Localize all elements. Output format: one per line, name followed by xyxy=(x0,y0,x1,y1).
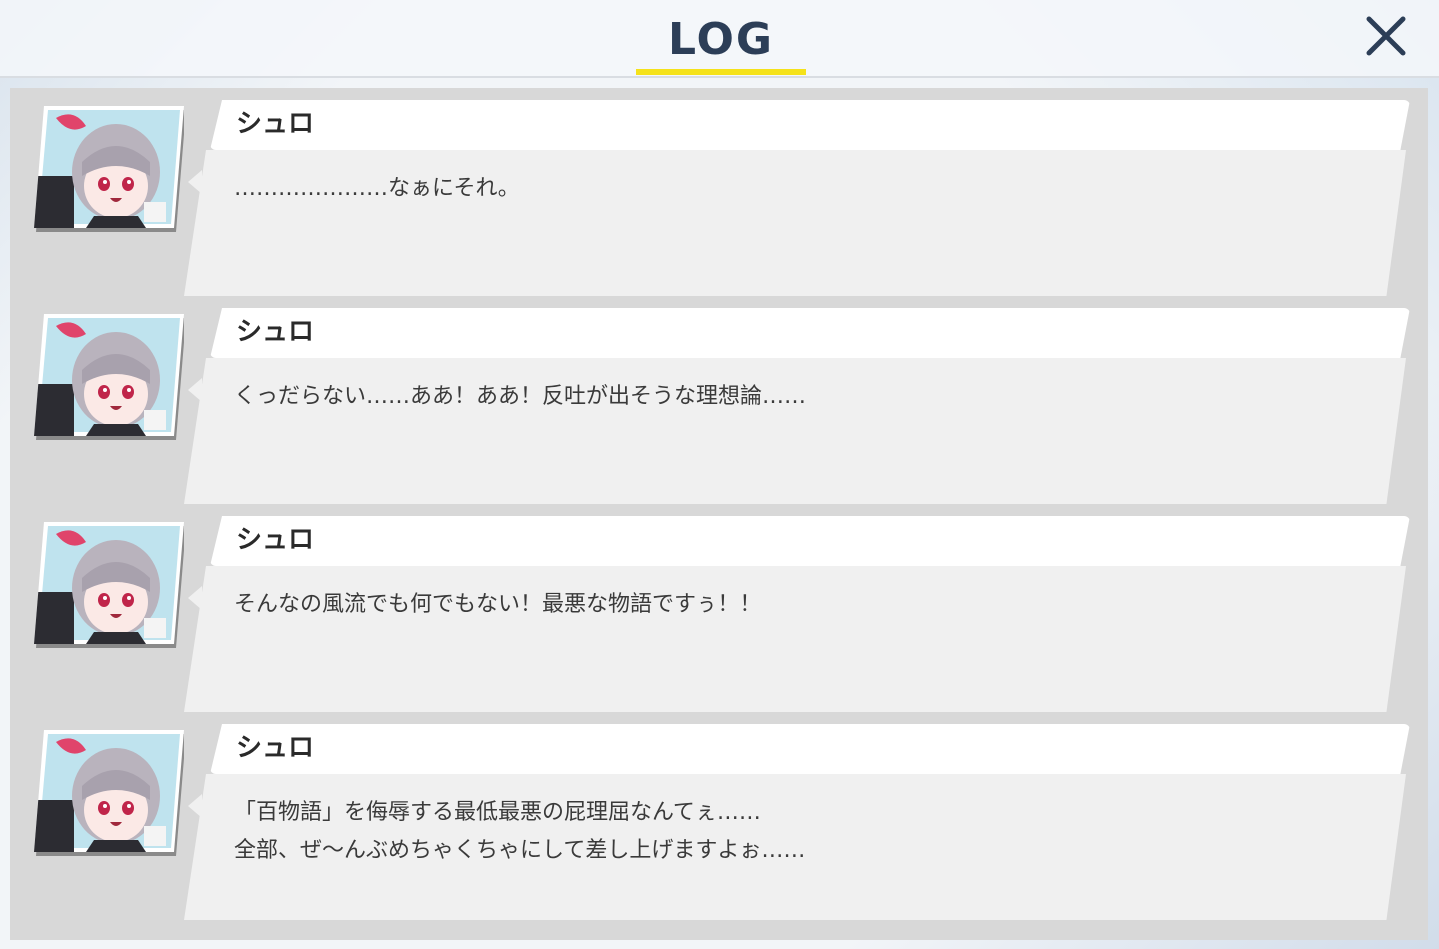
message-text: …………………なぁにそれ。 xyxy=(234,176,520,201)
page-title: LOG xyxy=(668,14,774,65)
character-portrait-icon xyxy=(34,106,184,232)
log-entry: シュロ …………………なぁにそれ。 xyxy=(10,88,1428,296)
speaker-name: シュロ xyxy=(236,525,315,555)
speaker-name-bar: シュロ xyxy=(210,516,1410,566)
speaker-name: シュロ xyxy=(236,317,315,347)
close-button[interactable] xyxy=(1360,10,1412,62)
title-underline xyxy=(636,69,806,75)
message-box: …………………なぁにそれ。 xyxy=(184,150,1406,296)
message-box: そんなの風流でも何でもない！最悪な物語ですぅ！！ xyxy=(184,566,1406,712)
speaker-name-bar: シュロ xyxy=(210,308,1410,358)
log-entry: シュロ 「百物語」を侮辱する最低最悪の屁理屈なんてぇ…… 全部、ぜ〜んぶめちゃく… xyxy=(10,712,1428,920)
close-icon xyxy=(1366,16,1406,56)
message-text: そんなの風流でも何でもない！最悪な物語ですぅ！！ xyxy=(234,592,762,617)
speaker-name: シュロ xyxy=(236,733,315,763)
log-list[interactable]: シュロ …………………なぁにそれ。 シュロ くっだらない……ああ！ああ！反吐が出… xyxy=(10,88,1428,940)
message-text: くっだらない……ああ！ああ！反吐が出そうな理想論…… xyxy=(234,384,807,409)
message-box: 「百物語」を侮辱する最低最悪の屁理屈なんてぇ…… 全部、ぜ〜んぶめちゃくちゃにし… xyxy=(184,774,1406,920)
speaker-name: シュロ xyxy=(236,109,315,139)
character-portrait-icon xyxy=(34,730,184,856)
character-portrait-icon xyxy=(34,522,184,648)
character-avatar xyxy=(34,730,184,856)
message-text: 「百物語」を侮辱する最低最悪の屁理屈なんてぇ…… 全部、ぜ〜んぶめちゃくちゃにし… xyxy=(234,800,806,863)
speech-pointer xyxy=(188,170,202,194)
header-bar: LOG xyxy=(0,0,1439,78)
speech-pointer xyxy=(188,794,202,818)
character-avatar xyxy=(34,106,184,232)
message-box: くっだらない……ああ！ああ！反吐が出そうな理想論…… xyxy=(184,358,1406,504)
speech-pointer xyxy=(188,586,202,610)
character-avatar xyxy=(34,314,184,440)
log-entry: シュロ くっだらない……ああ！ああ！反吐が出そうな理想論…… xyxy=(10,296,1428,504)
character-portrait-icon xyxy=(34,314,184,440)
speaker-name-bar: シュロ xyxy=(210,100,1410,150)
speaker-name-bar: シュロ xyxy=(210,724,1410,774)
speech-pointer xyxy=(188,378,202,402)
character-avatar xyxy=(34,522,184,648)
log-entry: シュロ そんなの風流でも何でもない！最悪な物語ですぅ！！ xyxy=(10,504,1428,712)
